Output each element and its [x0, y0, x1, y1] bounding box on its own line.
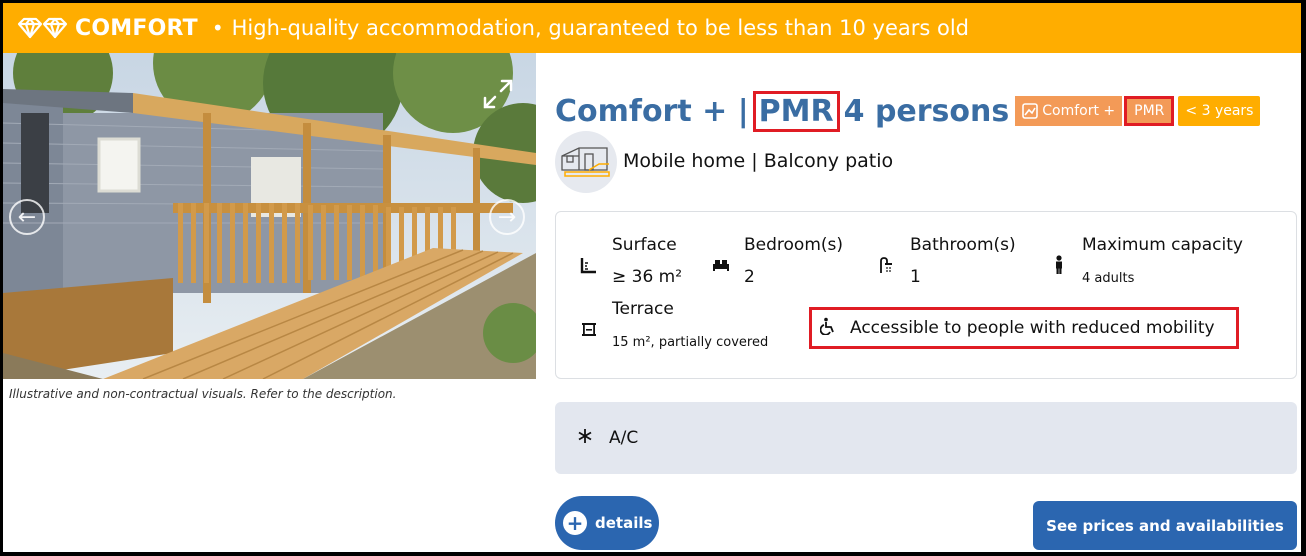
- spec-bedrooms: Bedroom(s) 2: [706, 234, 843, 288]
- specs-card: Surface ≥ 36 m² Bedroom(s) 2 Bathroom(s)…: [555, 211, 1297, 379]
- spec-bedrooms-value: 2: [744, 267, 755, 287]
- expand-icon: [483, 79, 513, 109]
- comfort-badge-label: Comfort +: [1042, 103, 1116, 119]
- mobile-home-icon-wrap: [555, 131, 617, 193]
- mobile-home-photo: [3, 53, 536, 379]
- diamond-icon: [17, 17, 69, 39]
- gallery-next-button[interactable]: →: [489, 199, 525, 235]
- age-badge: < 3 years: [1178, 96, 1261, 126]
- spec-terrace-value: 15 m², partially covered: [612, 335, 769, 350]
- spec-bathrooms-value: 1: [910, 267, 921, 287]
- see-prices-button[interactable]: See prices and availabilities: [1033, 501, 1297, 550]
- details-button[interactable]: + details: [555, 496, 659, 550]
- spec-accessibility: Accessible to people with reduced mobili…: [809, 307, 1239, 349]
- arrow-right-icon: →: [497, 204, 517, 230]
- badges: Comfort + PMR < 3 years: [1015, 96, 1261, 126]
- plus-icon: +: [563, 511, 587, 535]
- spec-bedrooms-label: Bedroom(s): [744, 235, 844, 255]
- gallery-prev-button[interactable]: ←: [9, 199, 45, 235]
- spec-bathrooms: Bathroom(s) 1: [872, 234, 1016, 288]
- spec-surface-label: Surface: [612, 235, 677, 255]
- spec-surface: Surface ≥ 36 m²: [574, 234, 682, 288]
- spec-terrace-label: Terrace: [612, 299, 674, 319]
- shower-icon: [872, 250, 902, 280]
- comfort-banner: COMFORT • High-quality accommodation, gu…: [3, 3, 1301, 53]
- spec-accessibility-label: Accessible to people with reduced mobili…: [850, 318, 1215, 338]
- terrace-icon: [574, 314, 604, 344]
- mobile-home-icon: [561, 147, 610, 177]
- equipment-ac-label: A/C: [609, 428, 639, 448]
- separator-dot: •: [211, 16, 224, 40]
- bed-icon: [706, 250, 736, 280]
- person-icon: [1044, 250, 1074, 280]
- pmr-badge: PMR: [1124, 96, 1175, 126]
- title-part-1: Comfort + |: [555, 93, 749, 129]
- photo-caption: Illustrative and non-contractual visuals…: [9, 387, 397, 401]
- spec-capacity-value: 4 adults: [1082, 271, 1135, 286]
- expand-button[interactable]: [481, 77, 515, 111]
- snowflake-icon: [577, 428, 593, 448]
- spec-terrace: Terrace 15 m², partially covered: [574, 298, 768, 354]
- ruler-icon: [574, 250, 604, 280]
- accommodation-photo[interactable]: ← →: [3, 53, 536, 379]
- wheelchair-icon: [819, 317, 838, 339]
- banner-tagline: High-quality accommodation, guaranteed t…: [231, 16, 970, 40]
- title-pmr-highlight: PMR: [752, 90, 840, 132]
- spec-bathrooms-label: Bathroom(s): [910, 235, 1016, 255]
- comfort-badge: Comfort +: [1015, 96, 1123, 126]
- spec-surface-value: ≥ 36 m²: [612, 267, 683, 287]
- arrow-left-icon: ←: [17, 204, 37, 230]
- spec-capacity: Maximum capacity 4 adults: [1044, 234, 1243, 290]
- equipment-card: A/C: [555, 402, 1297, 474]
- title-part-2: 4 persons: [843, 93, 1010, 129]
- page-title: Comfort + | PMR 4 persons: [555, 90, 1010, 132]
- accommodation-card: COMFORT • High-quality accommodation, gu…: [3, 3, 1301, 552]
- comfort-badge-icon: [1022, 103, 1039, 119]
- subtype-label: Mobile home | Balcony patio: [623, 150, 894, 172]
- details-button-label: details: [595, 514, 653, 532]
- title-row: Comfort + | PMR 4 persons Comfort + PMR …: [555, 85, 1261, 137]
- spec-capacity-label: Maximum capacity: [1082, 235, 1243, 255]
- brand-label: COMFORT: [75, 15, 198, 41]
